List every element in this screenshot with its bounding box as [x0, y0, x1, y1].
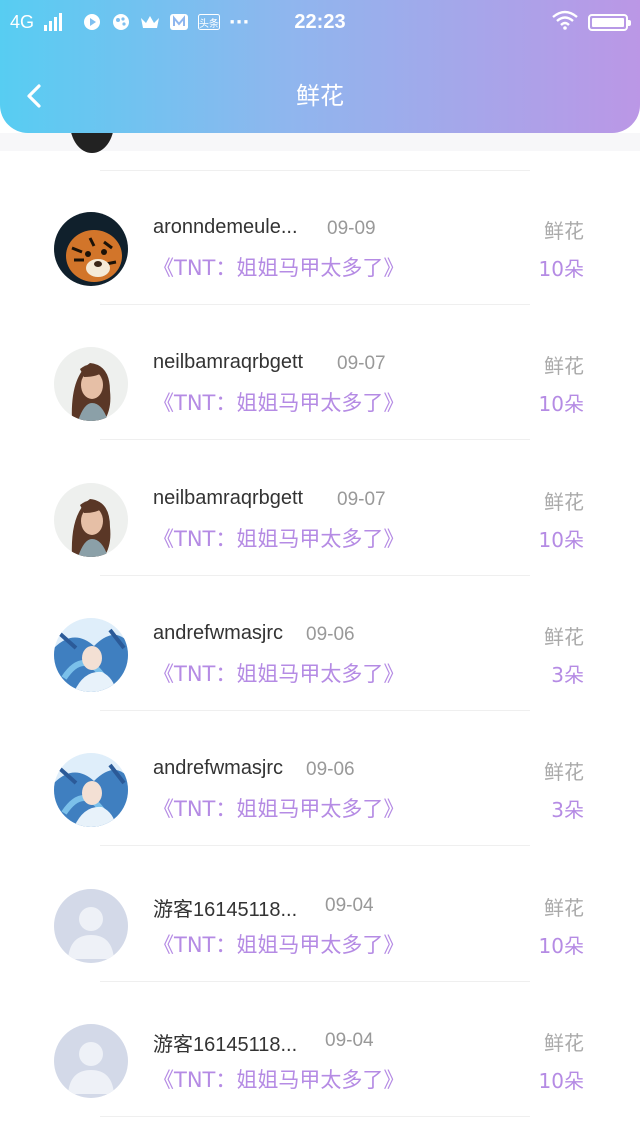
gift-type: 鲜花 [544, 489, 584, 514]
gift-date: 09-04 [325, 894, 374, 916]
status-right [552, 0, 631, 44]
avatar[interactable] [54, 753, 128, 828]
gift-type: 鲜花 [544, 895, 584, 920]
gift-count: 10朵 [538, 1068, 584, 1093]
gift-date: 09-06 [306, 623, 355, 645]
gift-count: 10朵 [538, 392, 584, 417]
gift-date: 09-07 [337, 353, 386, 375]
work-title[interactable]: 《TNT：姐姐马甲太多了》 [153, 523, 404, 553]
username[interactable]: 游客16145118... [153, 1028, 297, 1057]
username[interactable]: neilbamraqrbgett [153, 487, 303, 510]
list-item[interactable]: 游客16145118... 09-04 《TNT：姐姐马甲太多了》 鲜花 10朵 [0, 982, 640, 1117]
work-title[interactable]: 《TNT：姐姐马甲太多了》 [153, 387, 404, 417]
avatar[interactable] [54, 212, 128, 286]
gift-type: 鲜花 [544, 760, 584, 785]
gift-count: 10朵 [538, 527, 584, 552]
status-bar: 4G 头条 ··· 22:23 [0, 0, 640, 44]
avatar[interactable] [54, 617, 128, 692]
work-title[interactable]: 《TNT：姐姐马甲太多了》 [153, 1064, 404, 1094]
gift-date: 09-06 [306, 759, 355, 781]
gift-type: 鲜花 [544, 1030, 584, 1055]
work-title[interactable]: 《TNT：姐姐马甲太多了》 [153, 929, 404, 959]
divider [100, 1115, 530, 1117]
avatar[interactable] [54, 1023, 128, 1098]
username[interactable]: aronndemeule... [153, 216, 298, 239]
battery-icon [588, 13, 631, 31]
username[interactable]: andrefwmasjrc [153, 757, 283, 780]
list-item[interactable]: andrefwmasjrc 09-06 《TNT：姐姐马甲太多了》 鲜花 3朵 [0, 576, 640, 711]
avatar[interactable] [54, 888, 128, 963]
list-item[interactable]: neilbamraqrbgett 09-07 《TNT：姐姐马甲太多了》 鲜花 … [0, 305, 640, 441]
gift-count: 10朵 [538, 257, 584, 281]
wifi-icon [552, 10, 578, 34]
gift-date: 09-07 [337, 488, 386, 510]
clock: 22:23 [294, 11, 346, 33]
work-title[interactable]: 《TNT：姐姐马甲太多了》 [153, 658, 404, 688]
list-item[interactable]: andrefwmasjrc 09-06 《TNT：姐姐马甲太多了》 鲜花 3朵 [0, 711, 640, 847]
avatar[interactable] [54, 482, 128, 557]
username[interactable]: neilbamraqrbgett [153, 351, 303, 374]
work-title[interactable]: 《TNT：姐姐马甲太多了》 [153, 252, 404, 282]
username[interactable]: andrefwmasjrc [153, 622, 283, 645]
work-title[interactable]: 《TNT：姐姐马甲太多了》 [153, 793, 404, 823]
gift-type: 鲜花 [544, 219, 584, 243]
app-header: 4G 头条 ··· 22:23 鲜花 [0, 0, 640, 133]
gift-type: 鲜花 [544, 624, 584, 649]
list-item[interactable]: neilbamraqrbgett 09-07 《TNT：姐姐马甲太多了》 鲜花 … [0, 441, 640, 576]
gift-date: 09-09 [327, 218, 376, 239]
flower-gift-list[interactable]: aronndemeule... 09-09 《TNT：姐姐马甲太多了》 鲜花 1… [0, 133, 640, 1138]
gift-count: 3朵 [551, 798, 584, 823]
gift-count: 3朵 [551, 662, 584, 687]
battery-level [592, 17, 624, 27]
avatar[interactable] [54, 347, 128, 422]
list-item[interactable]: aronndemeule... 09-09 《TNT：姐姐马甲太多了》 鲜花 1… [0, 170, 640, 305]
page-title: 鲜花 [296, 82, 344, 110]
gift-count: 10朵 [538, 933, 584, 958]
list-item[interactable]: 游客16145118... 09-04 《TNT：姐姐马甲太多了》 鲜花 10朵 [0, 847, 640, 982]
username[interactable]: 游客16145118... [153, 893, 297, 922]
gift-type: 鲜花 [544, 354, 584, 379]
gift-date: 09-04 [325, 1029, 374, 1051]
